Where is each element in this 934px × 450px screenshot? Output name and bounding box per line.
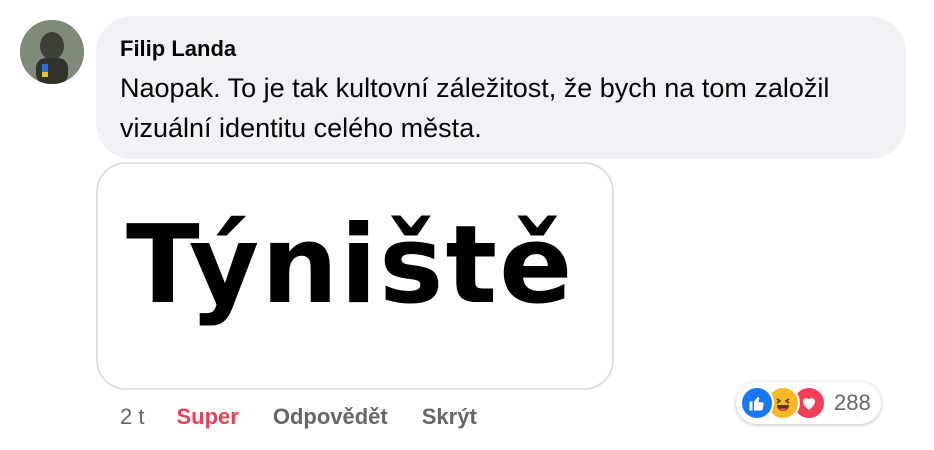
comment-bubble: Filip Landa Naopak. To je tak kultovní z… bbox=[96, 16, 906, 159]
reactions-summary[interactable]: 288 bbox=[736, 382, 881, 424]
comment-actions: 2 t Super Odpovědět Skrýt bbox=[120, 404, 511, 430]
reaction-count: 288 bbox=[834, 390, 871, 415]
comment-author[interactable]: Filip Landa bbox=[120, 36, 882, 62]
comment-text: Naopak. To je tak kultovní záležitost, ž… bbox=[120, 73, 830, 143]
reply-button[interactable]: Odpovědět bbox=[273, 404, 388, 430]
comment-timestamp[interactable]: 2 t bbox=[120, 404, 144, 430]
avatar[interactable] bbox=[20, 20, 84, 84]
hide-button[interactable]: Skrýt bbox=[422, 404, 477, 430]
attachment-logo-text: Týniště bbox=[126, 203, 575, 328]
comment-image-attachment[interactable]: Týniště bbox=[96, 162, 614, 390]
avatar-image bbox=[20, 20, 84, 84]
like-button[interactable]: Super bbox=[176, 404, 238, 430]
like-icon bbox=[740, 386, 774, 420]
